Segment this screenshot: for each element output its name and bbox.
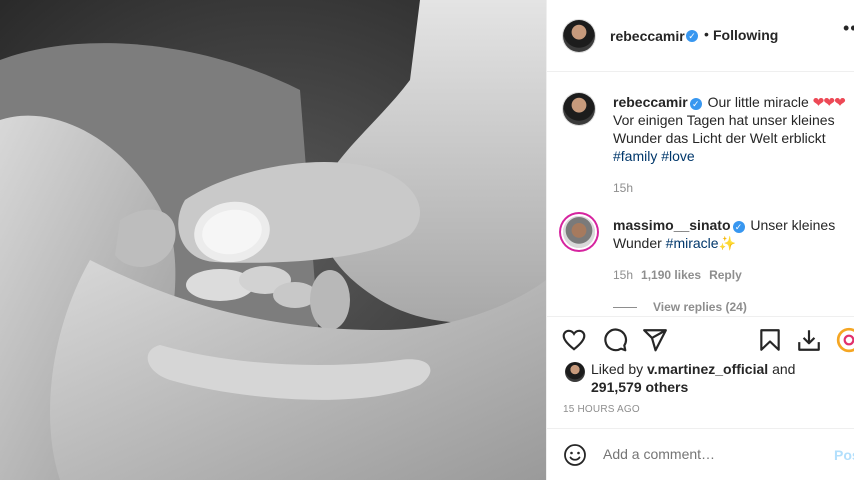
caption-text: rebeccamir ✓ Our little miracle ❤❤❤ Vor e… — [613, 93, 854, 165]
comment-likes[interactable]: 1,190 likes — [641, 268, 701, 282]
verified-badge-icon: ✓ — [686, 30, 698, 42]
post-button[interactable]: Post — [834, 447, 854, 463]
download-icon[interactable] — [796, 327, 822, 353]
caption-username[interactable]: rebeccamir — [613, 94, 688, 110]
heart-icon[interactable] — [561, 327, 587, 353]
caption-avatar[interactable] — [563, 93, 595, 125]
liked-by-prefix: Liked by — [591, 361, 644, 377]
baby-hand-photo — [0, 0, 546, 480]
hashtag-family[interactable]: #family — [613, 148, 657, 164]
replies-divider — [613, 307, 637, 309]
author-avatar[interactable] — [563, 20, 595, 52]
author-username[interactable]: rebeccamir — [610, 28, 685, 44]
bookmark-icon[interactable] — [757, 327, 783, 353]
action-bar — [547, 316, 854, 360]
hashtag-miracle[interactable]: #miracle — [666, 235, 719, 251]
add-comment-bar: Post — [547, 428, 854, 480]
hearts-emoji: ❤❤❤ — [812, 94, 846, 110]
view-replies-label: View replies (24) — [653, 300, 747, 314]
following-button[interactable]: Following — [713, 27, 778, 43]
verified-badge-icon: ✓ — [689, 98, 702, 110]
post-timestamp[interactable]: 15 HOURS AGO — [563, 404, 640, 415]
comment-icon[interactable] — [602, 327, 628, 353]
sparkle-emoji: ✨ — [718, 235, 737, 251]
caption-text-first: Our little miracle — [707, 94, 809, 110]
caption-text-rest: Vor einigen Tagen hat unser kleines Wund… — [613, 112, 835, 146]
reply-button[interactable]: Reply — [709, 268, 742, 282]
hashtag-love[interactable]: #love — [661, 148, 694, 164]
caption-time[interactable]: 15h — [613, 181, 633, 195]
comment-input[interactable] — [603, 446, 803, 462]
caption-meta: 15h — [613, 181, 633, 195]
liker-username[interactable]: v.martinez_official — [647, 361, 768, 377]
liker-avatar[interactable] — [565, 362, 585, 382]
likes-conjunction: and — [772, 361, 796, 377]
verified-badge-icon: ✓ — [732, 221, 745, 233]
comment-time[interactable]: 15h — [613, 268, 633, 282]
share-icon[interactable] — [642, 327, 668, 353]
separator-dot: • — [704, 26, 709, 42]
post-photo[interactable] — [0, 0, 546, 480]
post-side-panel: rebeccamir ✓ • Following ••• rebeccamir✓… — [546, 0, 854, 480]
post-header: rebeccamir ✓ • Following ••• — [547, 0, 854, 72]
commenter-avatar[interactable] — [563, 216, 595, 248]
comment-text: massimo__sinato ✓ Unser kleines Wunder #m… — [613, 216, 854, 252]
others-count[interactable]: 291,579 others — [591, 379, 688, 395]
instagram-logo-icon[interactable] — [836, 327, 854, 353]
likes-text: Liked by v.martinez_official and 291,579… — [591, 360, 851, 396]
view-replies-button[interactable]: View replies (24) — [613, 300, 747, 314]
comments-list[interactable]: rebeccamir ✓ Our little miracle ❤❤❤ Vor e… — [547, 73, 854, 315]
commenter-username[interactable]: massimo__sinato — [613, 217, 731, 233]
comment-meta: 15h 1,190 likes Reply — [613, 268, 742, 282]
more-options-icon[interactable]: ••• — [843, 18, 854, 39]
emoji-icon[interactable] — [563, 443, 587, 467]
